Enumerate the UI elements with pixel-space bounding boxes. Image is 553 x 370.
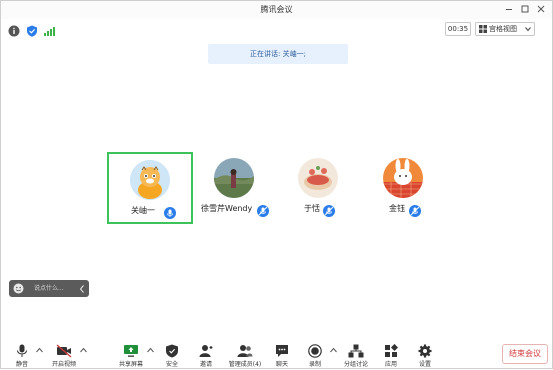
participant-name: 徐雪芹Wendy [201,204,253,213]
invite-user-icon [199,345,213,357]
share-screen-button[interactable]: 共享屏幕 [119,344,143,368]
manage-members-button[interactable]: 管理成员(4) [229,344,261,368]
participant-tile[interactable]: 于恬 [283,152,369,224]
window-title: 腾讯会议 [260,5,293,14]
breakout-rooms-icon [348,344,364,358]
participant-tile[interactable]: 关岫一 [107,152,193,224]
invite-button[interactable]: 邀请 [197,344,215,368]
mic-icon [409,202,421,217]
view-mode-label: 宫格视图 [489,25,517,33]
participant-tile[interactable]: 金钰 [367,152,453,224]
record-icon [308,344,322,358]
security-label: 安全 [165,361,178,368]
minimize-icon[interactable] [503,3,515,15]
chevron-up-icon[interactable] [330,347,337,353]
members-icon [237,345,253,357]
breakout-rooms-button[interactable]: 分组讨论 [344,344,368,368]
participant-avatar [298,158,338,198]
maximize-icon[interactable] [519,3,531,15]
info-icon[interactable] [8,22,20,41]
settings-label: 设置 [418,361,431,368]
participant-avatar [214,158,254,198]
mute-button[interactable]: 静音 [13,344,31,368]
close-icon[interactable] [535,3,547,15]
meeting-timer: 00:35 [445,22,471,36]
title-bar: 腾讯会议 [1,1,552,19]
apps-button[interactable]: 应用 [382,344,400,368]
mic-active-icon [164,204,176,219]
participant-avatar [130,160,170,200]
chevron-down-icon [525,27,531,32]
chat-icon [276,345,288,357]
shield-icon [166,344,178,358]
signal-strength-icon[interactable] [43,22,55,41]
security-button[interactable]: 安全 [163,344,181,368]
gear-icon [418,344,432,358]
shield-icon[interactable] [26,22,38,41]
view-mode-button[interactable]: 宫格视图 [475,22,535,36]
video-off-icon [56,344,72,358]
settings-button[interactable]: 设置 [416,344,434,368]
participant-name: 金钰 [389,204,405,213]
mute-label: 静音 [15,361,28,368]
apps-icon [385,344,398,357]
record-button[interactable]: 录制 [306,344,324,368]
chat-label: 聊天 [275,361,288,368]
manage-members-label: 管理成员(4) [228,361,262,368]
meeting-toolbar: 静音 开启视频 共享屏幕 安全 邀请 管理成员(4) 聊天 录制 分组讨论 应用… [1,340,552,370]
grid-icon [479,25,487,33]
collapse-chevron-icon[interactable] [79,285,85,293]
mic-icon [323,202,335,217]
chat-button[interactable]: 聊天 [273,344,291,368]
video-button[interactable]: 开启视频 [52,344,76,368]
invite-label: 邀请 [199,361,212,368]
chat-placeholder: 说点什么... [34,285,64,292]
chevron-up-icon[interactable] [80,347,87,353]
mic-icon [257,202,269,217]
emoji-icon[interactable] [13,283,24,294]
record-label: 录制 [308,361,321,368]
share-screen-icon [124,345,138,357]
chevron-up-icon[interactable] [36,347,43,353]
breakout-rooms-label: 分组讨论 [343,361,368,368]
participant-tile[interactable]: 徐雪芹Wendy [197,152,283,224]
share-screen-label: 共享屏幕 [118,361,143,368]
chevron-up-icon[interactable] [147,347,154,353]
end-meeting-button[interactable]: 结束会议 [502,344,548,364]
participant-avatar [383,158,423,198]
speaking-indicator: 正在讲话: 关岫一; [208,44,348,64]
microphone-icon [17,344,27,357]
speaking-text: 正在讲话: 关岫一; [250,50,306,58]
meeting-info-bar: 00:35 宫格视图 [1,19,552,37]
participant-name: 于恬 [304,204,320,213]
participant-name: 关岫一 [131,206,155,215]
chat-quick-input[interactable]: 说点什么... [9,280,89,297]
video-label: 开启视频 [51,361,76,368]
apps-label: 应用 [384,361,397,368]
meeting-window: 腾讯会议 00:35 宫格视图 正在讲话: 关岫一; 关岫一 徐雪芹Wendy … [0,0,553,369]
